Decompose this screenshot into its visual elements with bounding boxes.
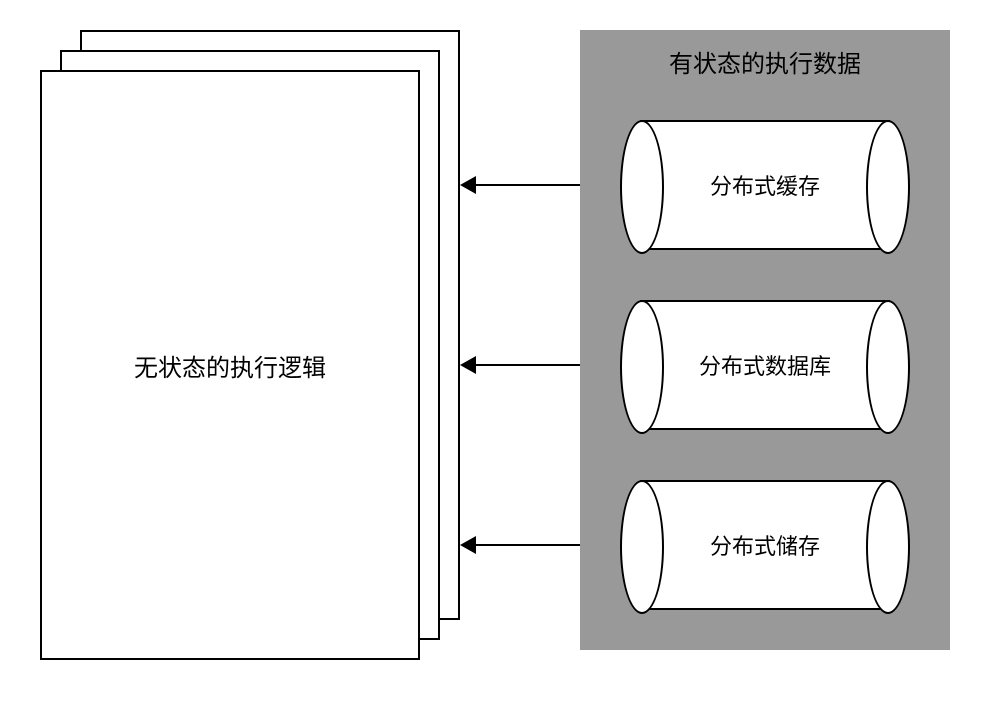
stack-rect-front: 无状态的执行逻辑: [40, 70, 420, 660]
stateful-data-container: 有状态的执行数据 分布式缓存 分布式数据库 分布式储存: [580, 30, 950, 650]
cylinder-cache-label: 分布式缓存: [710, 169, 820, 201]
stateful-title: 有状态的执行数据: [580, 44, 950, 79]
arrow-database: [462, 364, 597, 366]
architecture-diagram: 无状态的执行逻辑 有状态的执行数据 分布式缓存 分布式数据库 分布式储存: [0, 0, 1000, 709]
arrow-storage: [462, 544, 597, 546]
cylinder-storage-label: 分布式储存: [710, 529, 820, 561]
cylinder-database: 分布式数据库: [640, 300, 890, 430]
cylinder-cache: 分布式缓存: [640, 120, 890, 250]
stateless-label: 无状态的执行逻辑: [134, 348, 326, 383]
cylinder-storage: 分布式储存: [640, 480, 890, 610]
arrow-cache: [462, 184, 597, 186]
cylinder-database-label: 分布式数据库: [699, 349, 831, 381]
